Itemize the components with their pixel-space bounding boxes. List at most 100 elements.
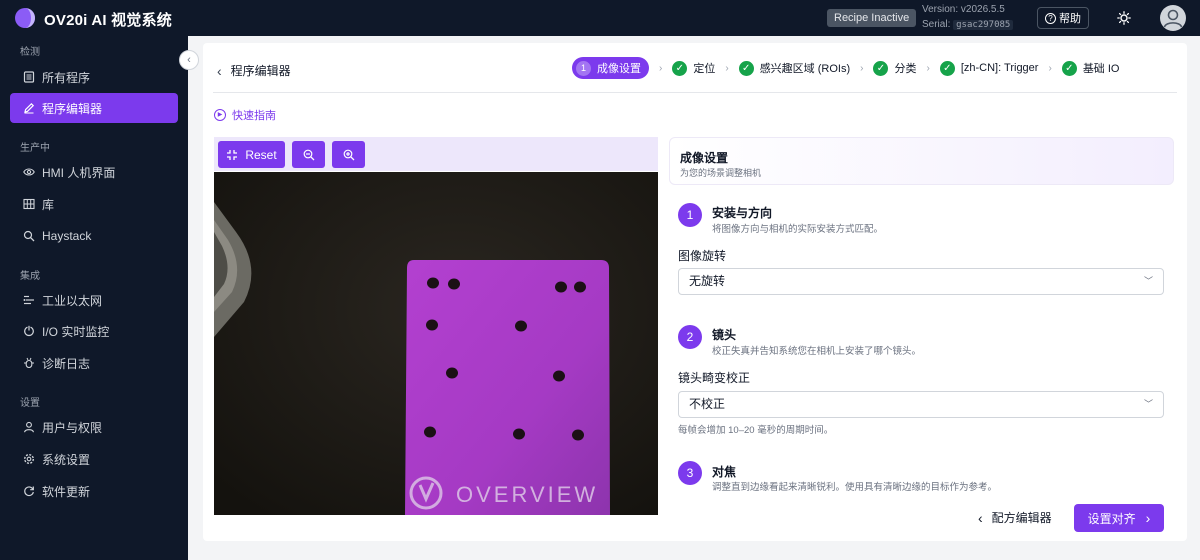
- grid-icon: [23, 198, 35, 210]
- step-number: 1: [576, 60, 591, 76]
- panel-title: 成像设置: [680, 151, 729, 165]
- theme-toggle-icon[interactable]: [1117, 11, 1131, 25]
- step-alignment[interactable]: ✓ 定位: [672, 57, 715, 79]
- refresh-icon: [24, 486, 34, 497]
- sidebar-item-label: HMI 人机界面: [42, 165, 116, 180]
- chevron-down-icon: ﹀: [1143, 276, 1153, 286]
- serial-value: gsac297085: [953, 20, 1014, 30]
- sidebar-item-software-update[interactable]: 软件更新: [10, 476, 178, 506]
- sidebar-item-label: 库: [42, 197, 55, 212]
- sidebar-section-inspection: 检测: [20, 47, 40, 58]
- chevron-right-icon: ›: [860, 62, 864, 74]
- check-icon: ✓: [873, 60, 889, 76]
- sidebar-item-all-programs[interactable]: 所有程序: [10, 62, 178, 92]
- sidebar-item-library[interactable]: 库: [10, 189, 178, 219]
- sidebar-item-label: 程序编辑器: [42, 101, 103, 116]
- edit-icon: [24, 102, 35, 114]
- section-number: 3: [678, 461, 702, 485]
- step-rois[interactable]: ✓ 感兴趣区域 (ROIs): [738, 57, 851, 79]
- sidebar-item-label: 工业以太网: [42, 293, 103, 308]
- sidebar-section-settings: 设置: [20, 398, 40, 409]
- plate-text: OVERVIEW: [456, 482, 598, 507]
- step-label: 基础 IO: [1082, 63, 1120, 75]
- eye-icon: [23, 168, 35, 176]
- list-icon: [23, 71, 35, 83]
- app-title: OV20i AI 视觉系统: [44, 12, 172, 29]
- chevron-right-icon: ›: [926, 62, 930, 74]
- step-basic-io[interactable]: ✓ 基础 IO: [1061, 57, 1120, 79]
- sidebar-item-diagnostics[interactable]: 诊断日志: [10, 348, 178, 378]
- sidebar-item-io-monitor[interactable]: I/O 实时监控: [10, 316, 178, 346]
- sidebar-item-label: Haystack: [42, 229, 92, 243]
- sidebar-item-haystack[interactable]: Haystack: [10, 221, 178, 251]
- next-button-label: 设置对齐: [1087, 511, 1136, 526]
- section-title-lens: 镜头: [712, 328, 737, 342]
- page-title: 程序编辑器: [230, 64, 291, 78]
- help-label: 帮助: [1059, 13, 1081, 25]
- bug-icon: [24, 357, 34, 369]
- chevron-right-icon: ›: [1145, 510, 1151, 526]
- recipe-status-badge: Recipe Inactive: [827, 9, 917, 27]
- step-classification[interactable]: ✓ 分类: [873, 57, 916, 79]
- step-imaging-setup[interactable]: 1 成像设置: [572, 57, 649, 79]
- recipe-editor-back-button[interactable]: ‹ 配方编辑器: [978, 509, 1052, 526]
- step-label: [zh-CN]: Trigger: [960, 62, 1039, 74]
- sidebar-item-label: 软件更新: [42, 484, 91, 499]
- network-icon: [23, 295, 34, 305]
- section-title-mounting: 安装与方向: [712, 206, 773, 220]
- sidebar-item-users[interactable]: 用户与权限: [10, 412, 178, 442]
- zoom-in-button[interactable]: [332, 141, 365, 168]
- step-trigger[interactable]: ✓ [zh-CN]: Trigger: [939, 57, 1039, 79]
- sidebar-item-hmi[interactable]: HMI 人机界面: [10, 157, 178, 187]
- check-icon: ✓: [939, 60, 955, 76]
- chevron-down-icon: ﹀: [1143, 399, 1153, 409]
- step-label: 分类: [894, 63, 917, 75]
- reset-label: Reset: [245, 147, 277, 162]
- rotation-label: 图像旋转: [678, 249, 727, 263]
- sidebar-item-program-editor[interactable]: 程序编辑器: [10, 93, 178, 123]
- distortion-value: 不校正: [689, 397, 726, 411]
- rotation-value: 无旋转: [689, 274, 726, 288]
- step-label: 成像设置: [597, 63, 641, 75]
- gear-icon: [23, 453, 35, 465]
- distortion-label: 镜头畸变校正: [678, 371, 751, 385]
- avatar[interactable]: [1160, 5, 1186, 31]
- section-number: 2: [678, 325, 702, 349]
- section-desc-mounting: 将图像方向与相机的实际安装方式匹配。: [712, 224, 884, 235]
- sidebar-item-label: 系统设置: [42, 452, 91, 467]
- sidebar-item-label: 用户与权限: [42, 420, 103, 435]
- check-icon: ✓: [738, 60, 754, 76]
- top-bar: OV20i AI 视觉系统 Recipe Inactive Version: v…: [0, 0, 1200, 36]
- sidebar-item-industrial-ethernet[interactable]: 工业以太网: [10, 285, 178, 315]
- step-label: 感兴趣区域 (ROIs): [759, 63, 851, 75]
- main-card: ‹ 程序编辑器 1 成像设置 › ✓ 定位 › ✓ 感兴趣区域 (ROIs) ›…: [203, 43, 1187, 541]
- version-text: Version: v2026.5.5: [922, 4, 1005, 15]
- zoom-out-button[interactable]: [292, 141, 325, 168]
- check-icon: ✓: [672, 60, 688, 76]
- sidebar-item-label: 诊断日志: [42, 356, 91, 371]
- sidebar-section-integration: 集成: [20, 271, 40, 282]
- distortion-select[interactable]: 不校正 ﹀: [678, 391, 1164, 418]
- reset-zoom-button[interactable]: Reset: [218, 141, 285, 168]
- section-title-focus: 对焦: [712, 465, 737, 479]
- viewer-toolbar: Reset: [214, 137, 658, 171]
- serial-text: Serial: gsac297085: [922, 18, 1014, 32]
- setup-alignment-button[interactable]: 设置对齐 ›: [1074, 504, 1164, 532]
- sidebar-collapse-button[interactable]: ‹: [179, 50, 199, 70]
- chevron-right-icon: ›: [1048, 62, 1052, 74]
- rotation-select[interactable]: 无旋转 ﹀: [678, 268, 1164, 295]
- chevron-right-icon: ›: [659, 62, 663, 74]
- back-to-program-editor[interactable]: ‹ 程序编辑器: [217, 62, 291, 79]
- chevron-left-icon: ‹: [978, 509, 983, 526]
- sidebar: 检测 所有程序 程序编辑器 生产中 HMI 人机界面 库 Haystack 集成…: [0, 36, 188, 560]
- sidebar-item-system-settings[interactable]: 系统设置: [10, 444, 178, 474]
- help-button[interactable]: ? 帮助: [1037, 7, 1089, 29]
- step-label: 定位: [693, 63, 716, 75]
- header-divider: [213, 92, 1177, 93]
- play-icon: ▶: [214, 109, 226, 121]
- chevron-left-icon: ‹: [217, 62, 222, 79]
- back-button-label: 配方编辑器: [991, 511, 1052, 525]
- quick-guide-link[interactable]: ▶ 快速指南: [214, 107, 276, 123]
- distortion-hint: 每帧会增加 10–20 毫秒的周期时间。: [678, 425, 834, 436]
- camera-image-viewer[interactable]: OVERVIEW: [214, 172, 658, 515]
